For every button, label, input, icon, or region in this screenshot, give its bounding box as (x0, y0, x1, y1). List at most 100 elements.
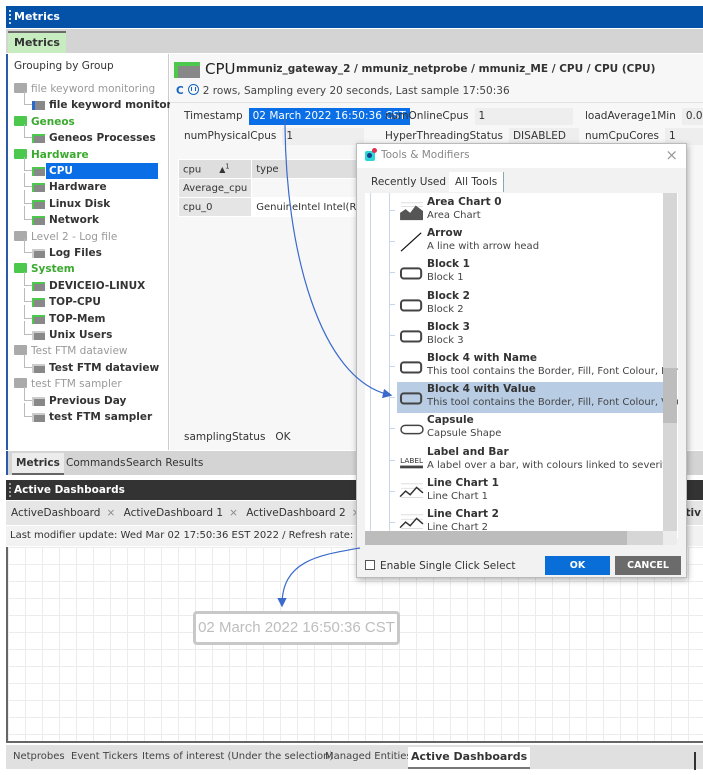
headline-value[interactable]: 1 (474, 108, 573, 125)
tab-all-tools[interactable]: All Tools (449, 172, 505, 192)
horizontal-scrollbar[interactable] (365, 531, 663, 545)
tool-name: Capsule (427, 414, 474, 427)
tree-dataview-item[interactable]: Hardware (20, 173, 110, 195)
tab-recently-used[interactable]: Recently Used (365, 172, 452, 192)
headline-value[interactable]: 0.00 (681, 108, 703, 125)
tool-item[interactable]: Area Chart 0 Area Chart (389, 195, 667, 226)
tab-active-dashboards[interactable]: Active Dashboards (408, 747, 531, 769)
tree-connector (389, 241, 395, 243)
dataview-icon (32, 298, 45, 308)
checkbox-icon[interactable] (365, 560, 375, 570)
close-tab-icon[interactable]: × (106, 507, 115, 519)
dashboards-title: Active Dashboards (14, 484, 125, 496)
row-name[interactable]: Average_cpu (177, 178, 253, 198)
tool-name: Area Chart 0 (427, 196, 502, 208)
tree-dataview-item[interactable]: TOP-CPU (20, 288, 104, 310)
dashboard-tab-overflow[interactable]: tiv (686, 501, 701, 525)
dashboard-tab[interactable]: ActiveDashboard 2× (241, 501, 360, 525)
tree-connector (24, 304, 32, 319)
tab-items-of-interest[interactable]: Items of interest (Under the selection) (139, 747, 336, 769)
single-click-select-checkbox[interactable]: Enable Single Click Select (365, 560, 515, 572)
tree-dataview-item[interactable]: Previous Day (20, 386, 129, 409)
tree-dataview-item[interactable]: Linux Disk (20, 189, 113, 212)
tab-managed-entities[interactable]: Managed Entities (322, 747, 415, 769)
tree-group-label: System (31, 263, 75, 276)
window-titlebar: Metrics (6, 6, 703, 28)
tool-item[interactable]: Capsule Capsule Shape (389, 413, 667, 444)
tree-dataview-item[interactable]: file keyword monitoring (20, 91, 193, 113)
tree-dataview-item[interactable]: CPU (20, 157, 158, 179)
tool-item[interactable]: LABEL Label and Bar A label over a bar, wi… (389, 445, 672, 476)
divider (170, 102, 703, 103)
tree-connector (24, 288, 32, 303)
tree-item-label: CPU (46, 163, 158, 179)
scrollbar-thumb[interactable] (365, 531, 627, 545)
tool-item[interactable]: Block 1 Block 1 (389, 257, 667, 288)
tool-item[interactable]: Arrow A line with arrow head (389, 226, 667, 257)
dataview-icon (32, 396, 45, 406)
tool-description: This tool contains the Border, Fill, Fon… (427, 366, 678, 377)
drag-grip-icon[interactable] (9, 483, 11, 497)
refresh-icon[interactable]: C (176, 85, 184, 97)
headline-key: numOnlineCpus (385, 110, 469, 122)
tree-dataview-item[interactable]: test FTM sampler (20, 403, 155, 425)
dataview-icon (32, 314, 45, 324)
tool-description: Line Chart 1 (427, 490, 489, 502)
tree-connector (24, 239, 32, 253)
tree-dataview-item[interactable]: Log Files (20, 239, 105, 261)
tab-metrics-bottom[interactable]: Metrics (12, 453, 64, 475)
tab-metrics[interactable]: Metrics (8, 31, 66, 53)
tree-item-label: Geneos Processes (49, 132, 156, 145)
headline-numPhysicalCpus: numPhysicalCpus 1 (184, 128, 365, 145)
svg-text:LABEL: LABEL (400, 455, 424, 464)
headline-key: Timestamp (184, 110, 243, 122)
tool-description: Block 1 (427, 272, 464, 284)
tool-item[interactable]: Line Chart 1 Line Chart 1 (389, 476, 667, 507)
tree-dataview-item[interactable]: Geneos Processes (20, 124, 159, 146)
tab-search-results[interactable]: Search Results (122, 453, 207, 475)
sort-asc-icon[interactable]: ▲1 (219, 163, 229, 175)
scrollbar-thumb[interactable] (663, 368, 677, 423)
area-chart-icon (400, 202, 423, 221)
drag-grip-icon[interactable] (9, 10, 11, 24)
cell[interactable]: GenuineIntel Intel(R) (251, 197, 366, 217)
tree-dataview-item[interactable]: TOP-Mem (20, 304, 108, 327)
dialog-titlebar[interactable]: Tools & Modifiers × (357, 144, 686, 168)
tab-event-tickers[interactable]: Event Tickers (68, 747, 141, 769)
tree-dataview-item[interactable]: DEVICEIO-LINUX (20, 271, 148, 294)
block-icon (399, 361, 423, 374)
tab-netprobes[interactable]: Netprobes (10, 747, 68, 769)
column-header-cpu[interactable]: cpu ▲1 (177, 159, 253, 179)
tool-item[interactable]: Block 4 with Name This tool contains the … (389, 351, 678, 382)
close-icon[interactable]: × (665, 146, 678, 164)
row-name[interactable]: cpu_0 (177, 197, 253, 217)
dashboard-tab[interactable]: ActiveDashboard 1 × (119, 501, 238, 525)
tree-group[interactable]: file keyword monitoring (14, 81, 155, 97)
tab-commands[interactable]: Commands (62, 453, 129, 475)
vertical-scrollbar[interactable] (663, 193, 677, 538)
tool-item[interactable]: Block 2 Block 2 (389, 289, 667, 320)
tools-list[interactable]: Area Chart 0 Area Chart Arrow A line with a… (365, 193, 678, 538)
tree-connector (24, 403, 32, 417)
tree-connector (389, 334, 395, 336)
tree-dataview-item[interactable]: Network (20, 206, 102, 228)
dataview-icon (32, 249, 45, 258)
ok-button[interactable]: OK (545, 556, 610, 575)
headline-value[interactable]: 1 (282, 128, 365, 145)
tool-item[interactable]: Block 3 Block 3 (389, 320, 667, 351)
dashboard-widget[interactable]: 02 March 2022 16:50:36 CST (193, 611, 400, 645)
tree-connector (24, 173, 32, 188)
cancel-button[interactable]: CANCEL (615, 556, 681, 575)
tree-connector (389, 522, 395, 523)
cell[interactable] (251, 178, 366, 198)
tool-item[interactable]: Block 4 with Value This tool contains the… (389, 382, 678, 414)
close-tab-icon[interactable]: × (229, 507, 238, 519)
pause-icon[interactable] (187, 84, 199, 95)
headline-value[interactable]: OK (271, 429, 331, 446)
tree-dataview-item[interactable]: Test FTM dataview (20, 353, 162, 376)
block-icon (399, 392, 423, 405)
dashboard-tab[interactable]: ActiveDashboard × (6, 501, 115, 525)
tree-connector (389, 272, 395, 274)
tree-dataview-item[interactable]: Unix Users (20, 321, 115, 343)
column-header-type[interactable]: type (251, 159, 366, 179)
